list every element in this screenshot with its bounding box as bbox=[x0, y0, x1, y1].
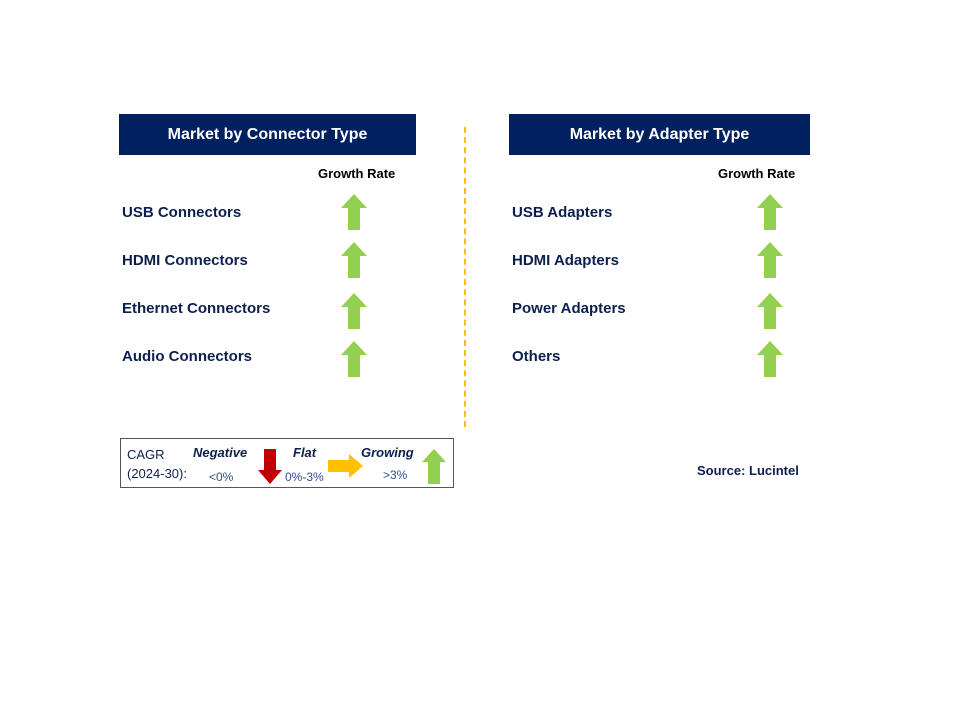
connector-item: Audio Connectors bbox=[122, 348, 252, 365]
right-arrow-icon bbox=[328, 454, 363, 478]
connector-item: HDMI Connectors bbox=[122, 252, 248, 269]
adapter-item: Others bbox=[512, 348, 561, 365]
up-arrow-icon bbox=[757, 194, 783, 230]
up-arrow-icon bbox=[757, 293, 783, 329]
down-arrow-icon bbox=[258, 449, 282, 484]
up-arrow-icon bbox=[757, 341, 783, 377]
cagr-legend: CAGR (2024-30): Negative <0% Flat 0%-3% … bbox=[120, 438, 454, 488]
legend-flat: Flat bbox=[293, 445, 317, 460]
adapter-type-header: Market by Adapter Type bbox=[509, 114, 810, 155]
adapter-item: HDMI Adapters bbox=[512, 252, 619, 269]
connector-item: Ethernet Connectors bbox=[122, 300, 271, 317]
up-arrow-icon bbox=[341, 242, 367, 278]
up-arrow-icon bbox=[341, 293, 367, 329]
adapter-growth-rate-label: Growth Rate bbox=[718, 166, 796, 181]
connector-growth-rate-label: Growth Rate bbox=[318, 166, 396, 181]
legend-flat-range: 0%-3% bbox=[285, 470, 324, 484]
legend-negative: Negative bbox=[193, 445, 248, 460]
legend-negative-range: <0% bbox=[209, 470, 234, 484]
adapter-item: USB Adapters bbox=[512, 204, 613, 221]
adapter-item: Power Adapters bbox=[512, 300, 626, 317]
up-arrow-icon bbox=[757, 242, 783, 278]
legend-period: (2024-30): bbox=[127, 466, 187, 481]
source-note: Source: Lucintel bbox=[697, 463, 799, 478]
legend-cagr: CAGR bbox=[127, 447, 165, 462]
up-arrow-icon bbox=[341, 341, 367, 377]
connector-item: USB Connectors bbox=[122, 204, 242, 221]
legend-growing-range: >3% bbox=[383, 468, 408, 482]
connector-type-header: Market by Connector Type bbox=[119, 114, 416, 155]
legend-growing: Growing bbox=[361, 445, 414, 460]
divider bbox=[464, 127, 466, 427]
up-arrow-icon bbox=[422, 449, 446, 484]
up-arrow-icon bbox=[341, 194, 367, 230]
